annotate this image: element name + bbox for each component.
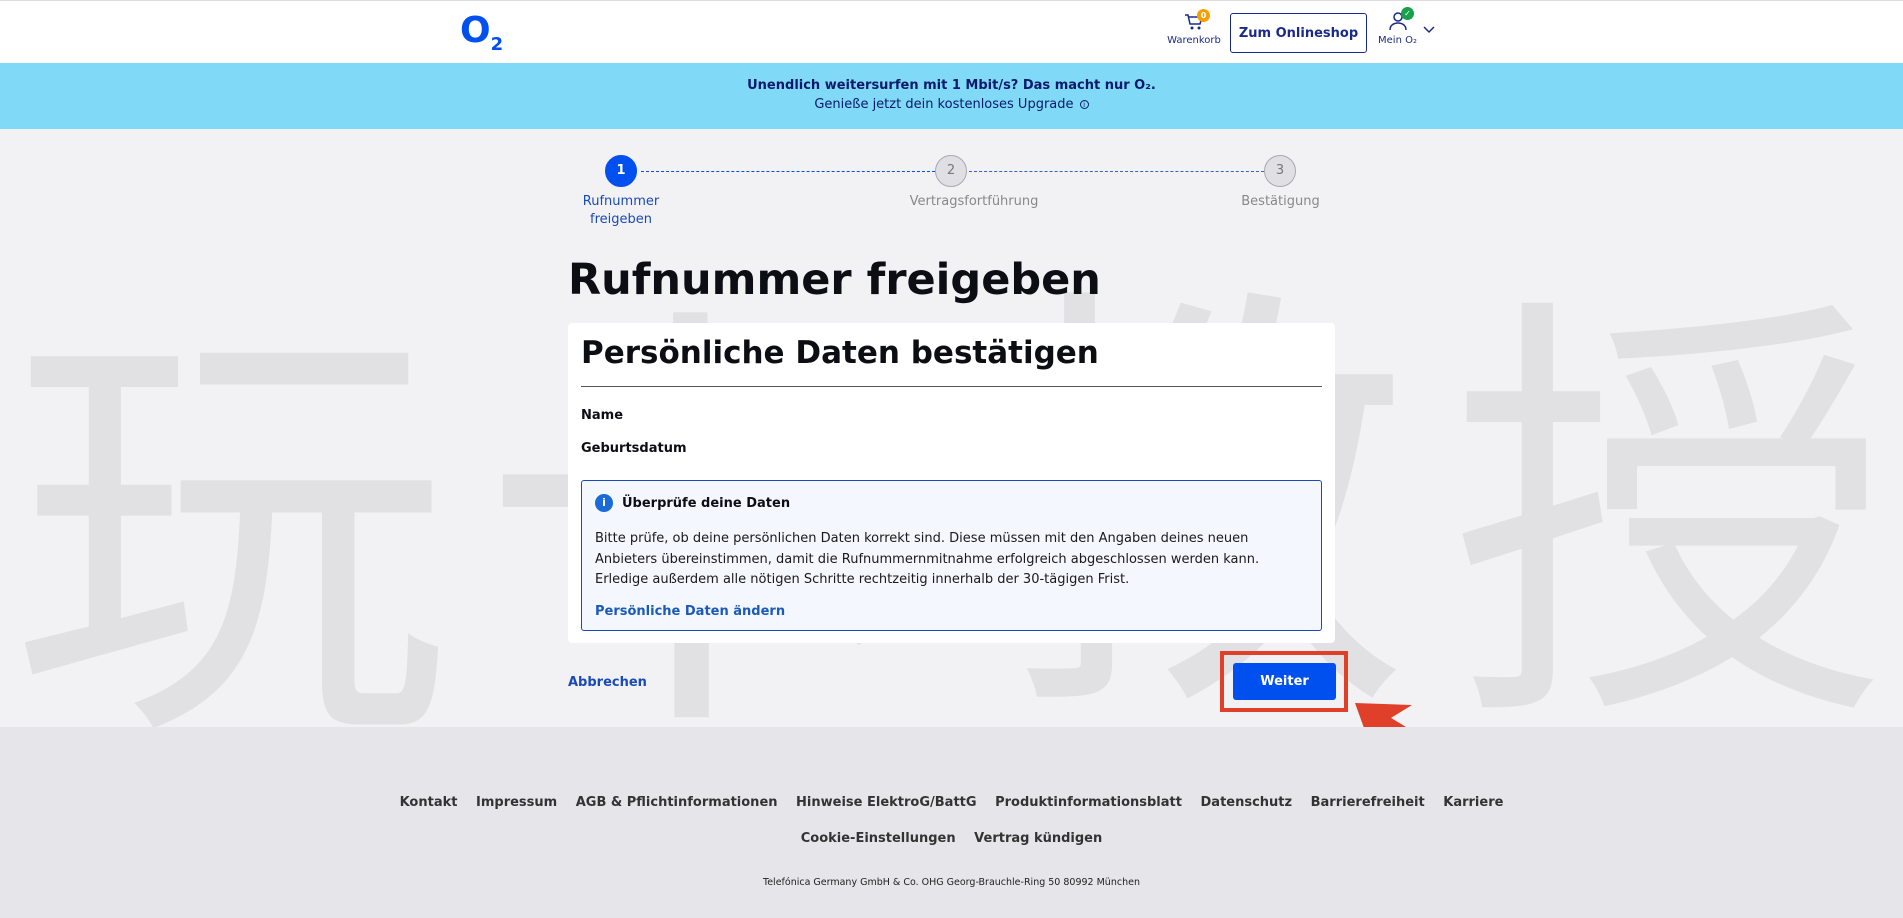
step-3-indicator: 3	[1264, 155, 1296, 187]
personal-data-card: Persönliche Daten bestätigen Name Geburt…	[568, 323, 1335, 643]
cart-count-badge: 0	[1197, 9, 1210, 22]
chevron-down-icon[interactable]	[1422, 25, 1436, 35]
step-connector	[969, 171, 1264, 172]
edit-personal-data-link[interactable]: Persönliche Daten ändern	[595, 604, 785, 619]
step-1-label: Rufnummer freigeben	[582, 194, 660, 227]
birthdate-label: Geburtsdatum	[581, 441, 687, 456]
footer-link-cookies[interactable]: Cookie-Einstellungen	[801, 831, 956, 846]
footer-link-produktinfo[interactable]: Produktinformationsblatt	[995, 795, 1182, 810]
footer-link-karriere[interactable]: Karriere	[1443, 795, 1503, 810]
step-3-label: Bestätigung	[1241, 194, 1320, 209]
copyright-text: Telefónica Germany GmbH & Co. OHG Georg-…	[763, 877, 1140, 888]
info-text: Bitte prüfe, ob deine persönlichen Daten…	[595, 531, 1260, 587]
site-header: O2 0 Warenkorb Zum Onlineshop ✓ Mein O₂	[0, 0, 1903, 63]
page-title: Rufnummer freigeben	[568, 255, 1101, 305]
footer-links-secondary: Cookie-Einstellungen Vertrag kündigen	[0, 831, 1903, 846]
info-icon[interactable]: i	[1079, 100, 1089, 109]
watermark-char: 玩	[10, 284, 450, 796]
account-label: Mein O₂	[1378, 35, 1417, 46]
cart-label: Warenkorb	[1167, 35, 1221, 46]
account-check-badge: ✓	[1401, 7, 1414, 20]
info-title: Überprüfe deine Daten	[622, 496, 791, 511]
account-button[interactable]: ✓ Mein O₂	[1375, 7, 1420, 46]
divider	[581, 386, 1322, 387]
footer-link-agb[interactable]: AGB & Pflichtinformationen	[576, 795, 778, 810]
watermark-char: 授	[1450, 264, 1890, 776]
site-footer: Kontakt Impressum AGB & Pflichtinformati…	[0, 727, 1903, 918]
promo-banner[interactable]: Unendlich weitersurfen mit 1 Mbit/s? Das…	[0, 63, 1903, 129]
info-icon: i	[595, 494, 613, 512]
footer-link-datenschutz[interactable]: Datenschutz	[1201, 795, 1293, 810]
footer-link-kontakt[interactable]: Kontakt	[400, 795, 458, 810]
footer-link-elektrog[interactable]: Hinweise ElektroG/BattG	[796, 795, 977, 810]
next-button[interactable]: Weiter	[1233, 663, 1336, 700]
info-notice: i Überprüfe deine Daten Bitte prüfe, ob …	[581, 480, 1322, 631]
onlineshop-button[interactable]: Zum Onlineshop	[1230, 13, 1367, 53]
cancel-link[interactable]: Abbrechen	[568, 675, 647, 690]
promo-subline[interactable]: Genieße jetzt dein kostenloses Upgrade i	[0, 97, 1903, 112]
step-2-label: Vertragsfortführung	[909, 194, 1039, 209]
promo-headline: Unendlich weitersurfen mit 1 Mbit/s? Das…	[747, 78, 1156, 93]
step-connector	[641, 171, 935, 172]
footer-link-impressum[interactable]: Impressum	[476, 795, 557, 810]
footer-link-barrierefreiheit[interactable]: Barrierefreiheit	[1311, 795, 1425, 810]
name-label: Name	[581, 408, 624, 423]
card-title: Persönliche Daten bestätigen	[581, 335, 1099, 371]
step-1-indicator: 1	[605, 155, 637, 187]
o2-logo[interactable]: O2	[460, 13, 503, 54]
footer-links: Kontakt Impressum AGB & Pflichtinformati…	[0, 795, 1903, 810]
step-2-indicator: 2	[935, 155, 967, 187]
footer-link-vertrag-kuendigen[interactable]: Vertrag kündigen	[974, 831, 1102, 846]
cart-button[interactable]: 0 Warenkorb	[1166, 9, 1222, 46]
